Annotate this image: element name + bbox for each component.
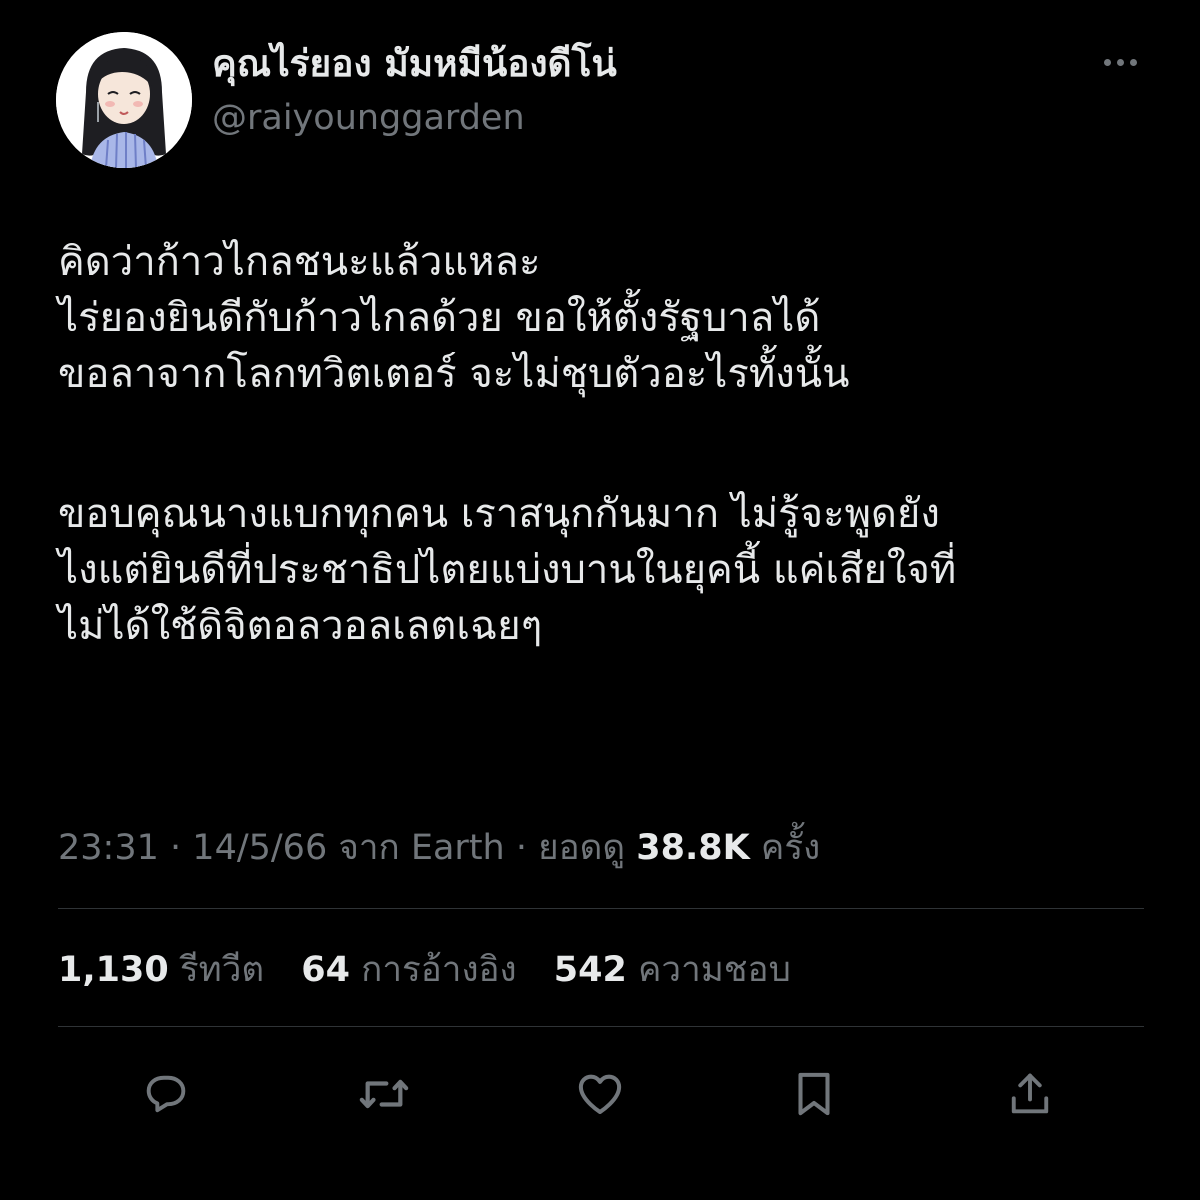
tweet-line: ไร่ยองยินดีกับก้าวไกลด้วย ขอให้ตั้งรัฐบา… (58, 295, 821, 341)
tweet-source[interactable]: Earth (411, 828, 505, 868)
tweet-line: ไม่ได้ใช้ดิจิตอลวอลเลตเฉยๆ (58, 603, 543, 649)
retweets-count: 1,130 (58, 950, 169, 990)
more-dot-icon (1103, 58, 1111, 66)
views-label: ยอดดู (538, 828, 626, 868)
author-display-name[interactable]: คุณไร่ยอง มัมหมีน้องดีโน่ (212, 36, 617, 92)
source-prefix: จาก (338, 828, 400, 868)
likes-count: 542 (553, 950, 627, 990)
likes-label: ความชอบ (638, 950, 791, 990)
tweet-meta: 23:31 · 14/5/66 จาก Earth · ยอดดู 38.8K … (58, 822, 820, 874)
views-suffix: ครั้ง (760, 828, 821, 868)
share-icon (1011, 1073, 1049, 1114)
reply-button[interactable] (138, 1066, 194, 1122)
meta-separator: · (515, 828, 528, 868)
retweets-stat[interactable]: 1,130 รีทวีต (58, 950, 290, 990)
heart-icon (578, 1074, 622, 1115)
retweet-icon (359, 1079, 409, 1109)
tweet-time[interactable]: 23:31 (58, 828, 159, 868)
tweet-line: ไงแต่ยินดีที่ประชาธิปไตยแบ่งบานในยุคนี้ … (58, 547, 957, 593)
tweet-line: ขอลาจากโลกทวิตเตอร์ จะไม่ชุบตัวอะไรทั้งน… (58, 351, 850, 397)
tweet-line: ขอบคุณนางแบกทุกคน เราสนุกกันมาก ไม่รู้จะ… (58, 491, 940, 537)
quotes-count: 64 (301, 950, 350, 990)
retweets-label: รีทวีต (179, 950, 265, 990)
tweet-stats: 1,130 รีทวีต 64 การอ้างอิง 542 ความชอบ (58, 942, 817, 998)
divider (58, 1026, 1144, 1027)
author-avatar[interactable] (56, 32, 192, 168)
avatar-illustration (56, 32, 192, 168)
bookmark-button[interactable] (786, 1066, 842, 1122)
author-handle[interactable]: @raiyounggarden (212, 92, 525, 144)
tweet-text: คิดว่าก้าวไกลชนะแล้วแหละ ไร่ยองยินดีกับก… (58, 234, 1158, 654)
meta-separator: · (170, 828, 182, 868)
tweet-line: คิดว่าก้าวไกลชนะแล้วแหละ (58, 239, 541, 285)
quotes-label: การอ้างอิง (361, 950, 517, 990)
more-options-button[interactable] (1092, 50, 1148, 74)
bookmark-icon (798, 1072, 830, 1116)
more-dot-icon (1116, 58, 1124, 66)
like-button[interactable] (572, 1066, 628, 1122)
tweet-date[interactable]: 14/5/66 (192, 828, 327, 868)
likes-stat[interactable]: 542 ความชอบ (554, 950, 817, 990)
reply-icon (146, 1075, 186, 1113)
quotes-stat[interactable]: 64 การอ้างอิง (301, 950, 542, 990)
views-count: 38.8K (636, 828, 750, 868)
more-dot-icon (1129, 58, 1137, 66)
divider (58, 908, 1144, 909)
share-button[interactable] (1002, 1066, 1058, 1122)
retweet-button[interactable] (356, 1066, 412, 1122)
